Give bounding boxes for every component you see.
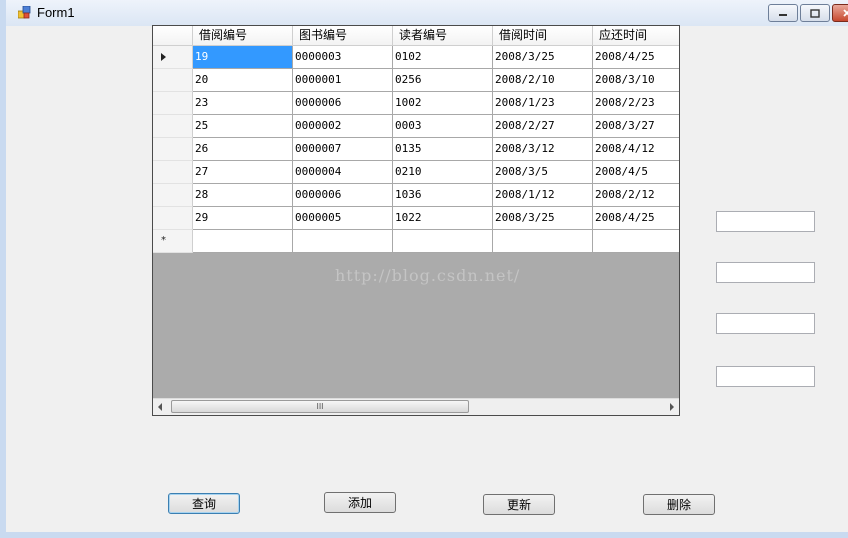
new-row[interactable]: * xyxy=(153,230,679,253)
table-cell[interactable]: 28 xyxy=(193,184,293,207)
header-corner[interactable] xyxy=(153,26,193,46)
table-cell[interactable]: 2008/2/23 xyxy=(593,92,679,115)
table-cell[interactable]: 0003 xyxy=(393,115,493,138)
table-cell[interactable]: 0000002 xyxy=(293,115,393,138)
table-cell[interactable] xyxy=(593,230,679,253)
table-cell[interactable]: 1022 xyxy=(393,207,493,230)
textbox-1[interactable] xyxy=(716,211,815,232)
table-cell[interactable]: 0000005 xyxy=(293,207,393,230)
app-icon xyxy=(18,6,31,19)
table-cell[interactable]: 0102 xyxy=(393,46,493,69)
table-row[interactable]: 19 0000003 0102 2008/3/25 2008/4/25 xyxy=(153,46,679,69)
table-row[interactable]: 29 0000005 1022 2008/3/25 2008/4/25 xyxy=(153,207,679,230)
table-cell[interactable] xyxy=(293,230,393,253)
table-cell[interactable]: 25 xyxy=(193,115,293,138)
table-cell[interactable]: 23 xyxy=(193,92,293,115)
window-title: Form1 xyxy=(37,5,75,20)
table-row[interactable]: 25 0000002 0003 2008/2/27 2008/3/27 xyxy=(153,115,679,138)
form-window: Form1 借阅编号 图书编号 读者编号 借阅时间 应还时间 19 000000… xyxy=(0,0,848,538)
table-cell[interactable]: 1036 xyxy=(393,184,493,207)
scroll-left-icon[interactable] xyxy=(158,403,162,411)
maximize-icon xyxy=(810,8,820,18)
delete-button[interactable]: 删除 xyxy=(643,494,715,515)
update-button[interactable]: 更新 xyxy=(483,494,555,515)
minimize-icon xyxy=(779,14,787,16)
table-cell[interactable]: 0210 xyxy=(393,161,493,184)
table-cell[interactable]: 2008/4/12 xyxy=(593,138,679,161)
table-cell[interactable]: 0000001 xyxy=(293,69,393,92)
table-cell[interactable]: 26 xyxy=(193,138,293,161)
table-cell[interactable] xyxy=(393,230,493,253)
textbox-4[interactable] xyxy=(716,366,815,387)
table-cell[interactable]: 0256 xyxy=(393,69,493,92)
table-cell[interactable]: 0000006 xyxy=(293,184,393,207)
table-cell[interactable]: 1002 xyxy=(393,92,493,115)
row-header[interactable]: * xyxy=(153,230,193,253)
table-cell[interactable]: 29 xyxy=(193,207,293,230)
table-cell[interactable]: 2008/3/27 xyxy=(593,115,679,138)
scroll-thumb[interactable]: III xyxy=(171,400,469,413)
column-header-borrow-date[interactable]: 借阅时间 xyxy=(493,26,593,46)
table-row[interactable]: 23 0000006 1002 2008/1/23 2008/2/23 xyxy=(153,92,679,115)
table-cell[interactable]: 2008/1/12 xyxy=(493,184,593,207)
table-row[interactable]: 20 0000001 0256 2008/2/10 2008/3/10 xyxy=(153,69,679,92)
table-row[interactable]: 28 0000006 1036 2008/1/12 2008/2/12 xyxy=(153,184,679,207)
current-row-icon xyxy=(161,53,166,61)
table-cell[interactable]: 2008/3/25 xyxy=(493,207,593,230)
column-header-due-date[interactable]: 应还时间 xyxy=(593,26,679,46)
table-row[interactable]: 26 0000007 0135 2008/3/12 2008/4/12 xyxy=(153,138,679,161)
table-cell[interactable]: 2008/3/12 xyxy=(493,138,593,161)
table-cell[interactable]: 0000006 xyxy=(293,92,393,115)
table-cell[interactable]: 20 xyxy=(193,69,293,92)
close-button[interactable] xyxy=(832,4,848,22)
minimize-button[interactable] xyxy=(768,4,798,22)
add-button[interactable]: 添加 xyxy=(324,492,396,513)
table-cell[interactable] xyxy=(193,230,293,253)
data-grid[interactable]: 借阅编号 图书编号 读者编号 借阅时间 应还时间 19 0000003 0102… xyxy=(152,25,680,416)
new-row-marker: * xyxy=(161,235,166,246)
table-cell[interactable]: 27 xyxy=(193,161,293,184)
table-cell[interactable]: 2008/2/27 xyxy=(493,115,593,138)
row-header[interactable] xyxy=(153,115,193,138)
horizontal-scrollbar[interactable]: III xyxy=(153,398,679,415)
table-cell[interactable]: 2008/1/23 xyxy=(493,92,593,115)
table-cell[interactable]: 0000004 xyxy=(293,161,393,184)
table-cell[interactable]: 0135 xyxy=(393,138,493,161)
row-header[interactable] xyxy=(153,69,193,92)
table-cell[interactable]: 2008/2/10 xyxy=(493,69,593,92)
column-header-borrow-id[interactable]: 借阅编号 xyxy=(193,26,293,46)
table-cell[interactable]: 2008/4/25 xyxy=(593,46,679,69)
watermark: http://blog.csdn.net/ xyxy=(335,266,521,285)
textbox-2[interactable] xyxy=(716,262,815,283)
textbox-3[interactable] xyxy=(716,313,815,334)
table-cell[interactable] xyxy=(493,230,593,253)
maximize-button[interactable] xyxy=(800,4,830,22)
query-button[interactable]: 查询 xyxy=(168,493,240,514)
table-cell[interactable]: 2008/4/25 xyxy=(593,207,679,230)
table-cell[interactable]: 2008/4/5 xyxy=(593,161,679,184)
table-cell[interactable]: 2008/2/12 xyxy=(593,184,679,207)
row-header[interactable] xyxy=(153,184,193,207)
title-bar[interactable]: Form1 xyxy=(6,0,848,26)
row-header[interactable] xyxy=(153,161,193,184)
close-icon xyxy=(843,9,848,17)
table-cell[interactable]: 2008/3/25 xyxy=(493,46,593,69)
table-row[interactable]: 27 0000004 0210 2008/3/5 2008/4/5 xyxy=(153,161,679,184)
scroll-right-icon[interactable] xyxy=(670,403,674,411)
table-cell[interactable]: 19 xyxy=(193,46,293,69)
row-header[interactable] xyxy=(153,138,193,161)
column-header-book-id[interactable]: 图书编号 xyxy=(293,26,393,46)
column-header-reader-id[interactable]: 读者编号 xyxy=(393,26,493,46)
row-header[interactable] xyxy=(153,92,193,115)
table-cell[interactable]: 2008/3/5 xyxy=(493,161,593,184)
table-cell[interactable]: 2008/3/10 xyxy=(593,69,679,92)
row-header[interactable] xyxy=(153,207,193,230)
table-cell[interactable]: 0000003 xyxy=(293,46,393,69)
grid-header: 借阅编号 图书编号 读者编号 借阅时间 应还时间 xyxy=(153,26,679,46)
row-header[interactable] xyxy=(153,46,193,69)
table-cell[interactable]: 0000007 xyxy=(293,138,393,161)
